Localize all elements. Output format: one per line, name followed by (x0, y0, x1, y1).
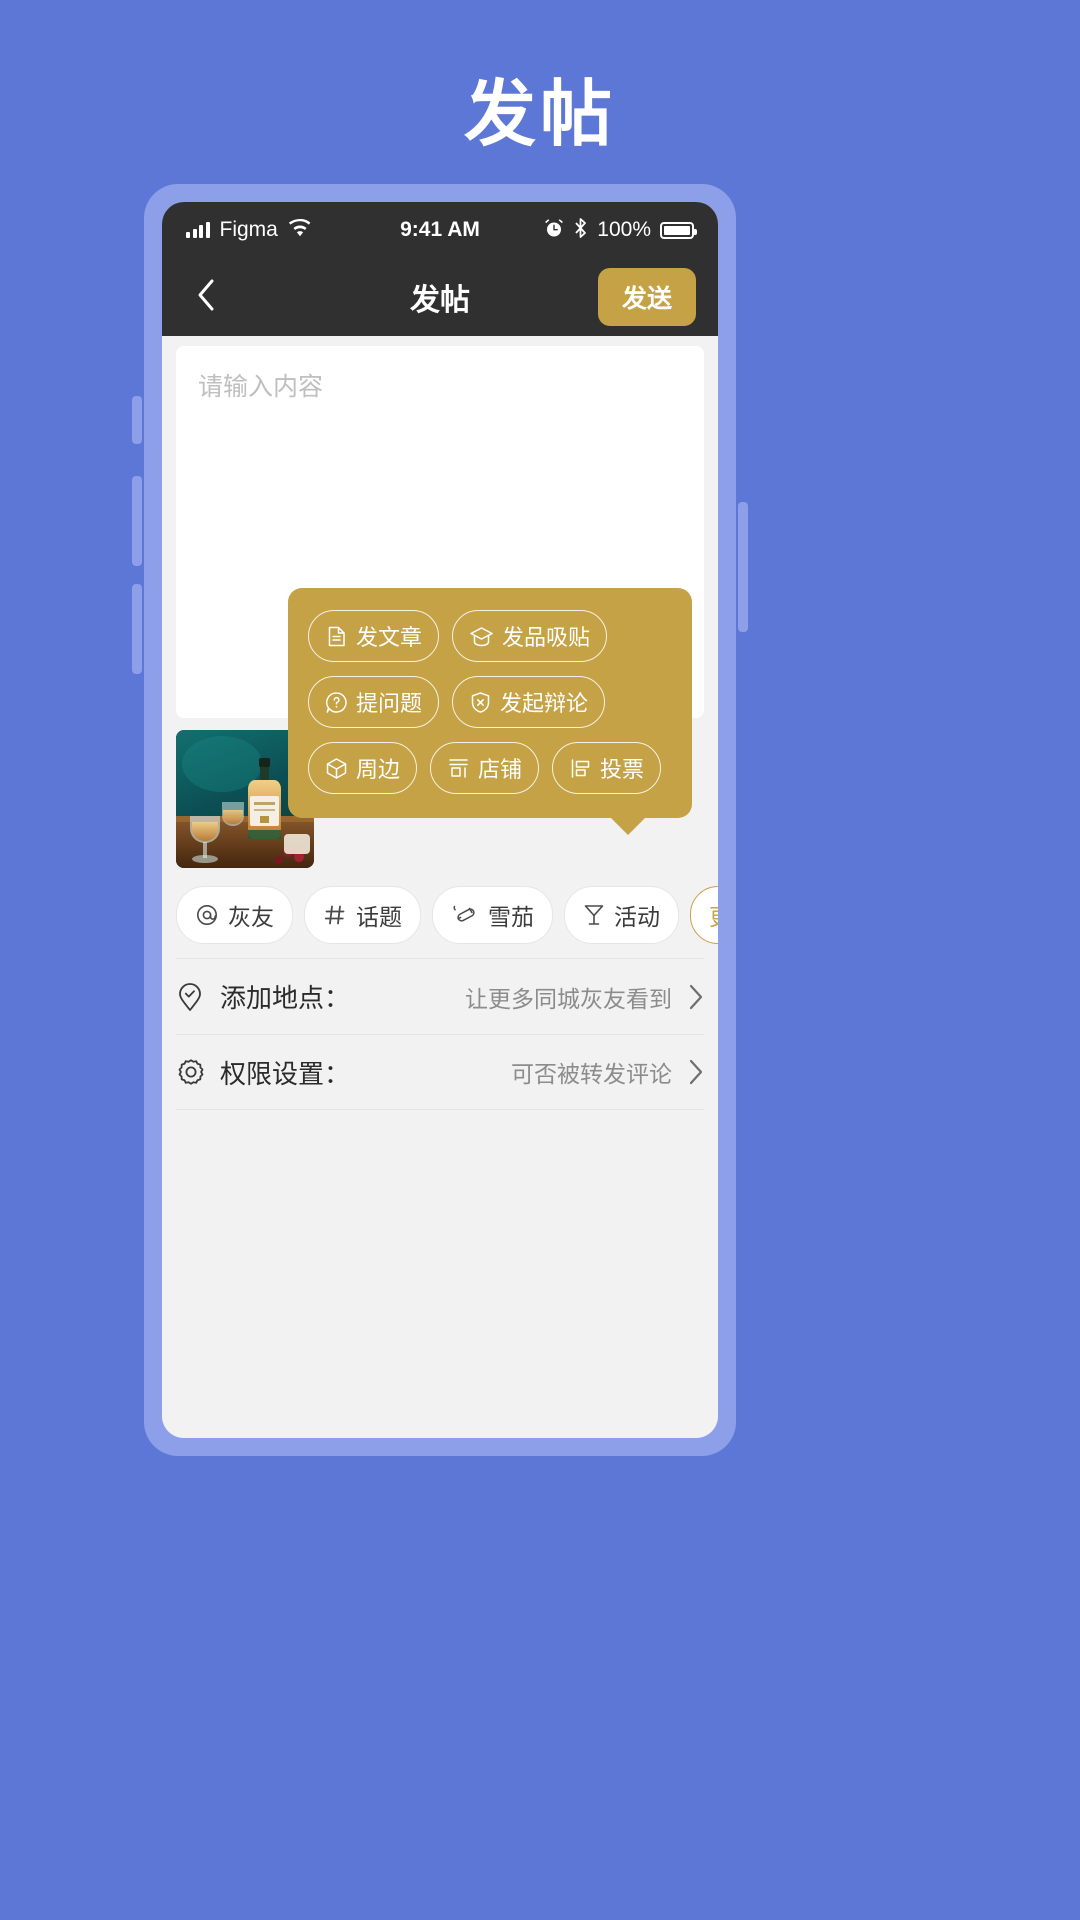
popover-option-product-post[interactable]: 发品吸贴 (452, 610, 608, 662)
bluetooth-icon (573, 217, 588, 244)
question-bubble-icon (325, 691, 348, 714)
toolbar-chip-label: 雪茄 (488, 904, 534, 930)
popover-option-question[interactable]: 提问题 (308, 676, 440, 728)
popover-tail (610, 817, 646, 835)
cigar-icon (451, 903, 479, 927)
document-icon (325, 625, 348, 648)
popover-option-poll[interactable]: 投票 (552, 742, 662, 794)
chevron-right-icon (688, 1059, 704, 1085)
popover-option-label: 发起辩论 (500, 691, 589, 716)
nav-bar: 发帖 发送 (162, 258, 718, 336)
popover-option-label: 周边 (356, 757, 401, 782)
graduation-cap-icon (469, 625, 494, 648)
setting-value: 可否被转发评论 (511, 1061, 672, 1087)
popover-option-label: 投票 (600, 757, 645, 782)
chevron-left-icon (196, 278, 216, 317)
popover-option-debate[interactable]: 发起辩论 (452, 676, 606, 728)
setting-row-permissions[interactable]: 权限设置： 可否被转发评论 (176, 1034, 704, 1110)
wifi-icon (288, 218, 312, 242)
toolbar-chip-label: 灰友 (228, 904, 274, 930)
location-pin-check-icon (176, 982, 216, 1012)
popover-option-label: 提问题 (356, 691, 423, 716)
more-options-grid: 发文章 发品吸贴 提问题 发起辩论 周边 店铺 投票 (308, 610, 672, 794)
toolbar-chip-cigar[interactable]: 雪茄 (432, 886, 553, 944)
phone-side-button-power (738, 502, 748, 632)
phone-frame: Figma 9:41 AM 100% 发帖 发送 请输入内容 灰友 话题 雪茄 … (132, 184, 748, 1456)
popover-option-store[interactable]: 店铺 (430, 742, 540, 794)
status-bar-left: Figma (186, 218, 440, 242)
shield-x-icon (469, 691, 492, 714)
toolbar-chip-mention[interactable]: 灰友 (176, 886, 293, 944)
phone-side-button-volume-down (132, 584, 142, 674)
toolbar-chip-activity[interactable]: 活动 (564, 886, 679, 944)
cocktail-glass-icon (583, 903, 605, 927)
setting-label: 添加地点： (220, 983, 351, 1013)
poll-icon (569, 757, 592, 780)
status-bar: Figma 9:41 AM 100% (162, 202, 718, 258)
content-area: 请输入内容 灰友 话题 雪茄 活动 添加地点： 让更多同城灰友看到 权限设置： … (162, 346, 718, 1438)
compose-toolbar: 灰友 话题 雪茄 活动 (162, 868, 718, 958)
status-bar-right: 100% (440, 217, 697, 244)
at-sign-icon (195, 903, 219, 927)
signal-bars-icon (186, 222, 210, 238)
setting-label: 权限设置： (220, 1058, 351, 1089)
setting-value: 让更多同城灰友看到 (465, 985, 672, 1012)
popover-option-label: 发品吸贴 (502, 625, 591, 650)
popover-option-label: 店铺 (478, 757, 523, 782)
alarm-clock-icon (544, 218, 564, 243)
toolbar-chip-topic[interactable]: 话题 (304, 886, 421, 944)
battery-percent-label: 100% (597, 218, 651, 241)
popover-option-label: 发文章 (356, 625, 423, 650)
cube-icon (325, 757, 348, 780)
store-icon (447, 757, 470, 780)
phone-side-button-silent (132, 396, 142, 444)
more-options-popover: 发文章 发品吸贴 提问题 发起辩论 周边 店铺 投票 (288, 588, 692, 835)
composer-placeholder: 请输入内容 (198, 373, 324, 401)
gear-icon (176, 1057, 216, 1087)
toolbar-chip-label: 话题 (356, 904, 402, 930)
battery-full-icon (660, 221, 697, 239)
page-title: 发帖 (463, 75, 616, 155)
popover-option-surrounding[interactable]: 周边 (308, 742, 418, 794)
setting-row-location[interactable]: 添加地点： 让更多同城灰友看到 (176, 958, 704, 1034)
popover-option-article[interactable]: 发文章 (308, 610, 440, 662)
phone-side-button-volume-up (132, 476, 142, 566)
back-button[interactable] (184, 275, 228, 319)
toolbar-chip-label: 活动 (614, 904, 660, 930)
send-button[interactable]: 发送 (597, 268, 696, 326)
carrier-label: Figma (219, 218, 278, 241)
chevron-right-icon (688, 984, 704, 1010)
toolbar-chip-more[interactable]: 更多 (690, 886, 718, 944)
toolbar-more-label: 更多 (709, 898, 718, 932)
hash-icon (323, 903, 347, 927)
